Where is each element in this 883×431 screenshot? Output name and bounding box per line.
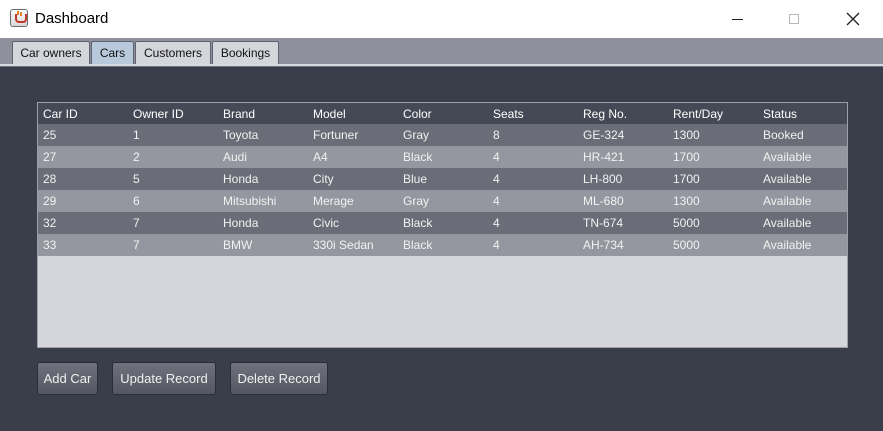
tab-divider [0, 64, 883, 67]
table-cell: 25 [43, 128, 57, 142]
column-header[interactable]: Seats [488, 103, 578, 124]
tab-cars[interactable]: Cars [91, 41, 134, 64]
table-cell: 6 [133, 194, 140, 208]
column-header[interactable]: Status [758, 103, 847, 124]
table-cell: Black [403, 150, 433, 164]
table-cell: 4 [493, 150, 500, 164]
column-header[interactable]: Car ID [38, 103, 128, 124]
java-app-icon [10, 9, 28, 27]
table-cell: City [313, 172, 334, 186]
table-cell: 27 [43, 150, 57, 164]
table-cell: ML-680 [583, 194, 624, 208]
title-bar: Dashboard [0, 0, 883, 38]
table-cell: 8 [493, 128, 500, 142]
table-cell: AH-734 [583, 238, 624, 252]
close-icon [846, 12, 860, 26]
minimize-icon [731, 18, 743, 20]
table-cell: 1300 [673, 194, 700, 208]
table-cell: Available [763, 238, 812, 252]
table-cell: HR-421 [583, 150, 625, 164]
maximize-button[interactable] [771, 0, 817, 38]
table-cell: Available [763, 194, 812, 208]
table-cell: Toyota [223, 128, 259, 142]
table-row[interactable]: 25 1 Toyota Fortuner Gray 8 GE-324 1300 … [38, 124, 847, 146]
tab-bookings[interactable]: Bookings [212, 41, 279, 64]
table-cell: 2 [133, 150, 140, 164]
table-cell: 5 [133, 172, 140, 186]
table-cell: Honda [223, 172, 259, 186]
table-cell: Audi [223, 150, 248, 164]
table-cell: 33 [43, 238, 57, 252]
table-cell: Mitsubishi [223, 194, 277, 208]
table-cell: GE-324 [583, 128, 625, 142]
table-cell: 28 [43, 172, 57, 186]
table-row[interactable]: 29 6 Mitsubishi Merage Gray 4 ML-680 130… [38, 190, 847, 212]
table-cell: Fortuner [313, 128, 359, 142]
table-cell: Civic [313, 216, 339, 230]
table-cell: Merage [313, 194, 354, 208]
table-cell: 1300 [673, 128, 700, 142]
maximize-icon [789, 14, 799, 24]
table-cell: 7 [133, 216, 140, 230]
table-cell: 4 [493, 172, 500, 186]
table-row[interactable]: 33 7 BMW 330i Sedan Black 4 AH-734 5000 … [38, 234, 847, 256]
tab-car-owners[interactable]: Car owners [12, 41, 90, 64]
table-cell: 5000 [673, 216, 700, 230]
close-button[interactable] [830, 0, 876, 38]
table-cell: Blue [403, 172, 428, 186]
table-cell: Black [403, 216, 433, 230]
table-cell: BMW [223, 238, 253, 252]
cars-table[interactable]: Car ID Owner ID Brand Model Color Seats … [37, 102, 848, 348]
table-cell: TN-674 [583, 216, 624, 230]
add-car-button[interactable]: Add Car [37, 362, 98, 395]
table-cell: Gray [403, 194, 430, 208]
table-cell: Available [763, 216, 812, 230]
table-row[interactable]: 27 2 Audi A4 Black 4 HR-421 1700 Availab… [38, 146, 847, 168]
table-cell: Gray [403, 128, 430, 142]
update-record-button[interactable]: Update Record [112, 362, 216, 395]
table-cell: 32 [43, 216, 57, 230]
table-header: Car ID Owner ID Brand Model Color Seats … [38, 103, 847, 124]
column-header[interactable]: Owner ID [128, 103, 218, 124]
table-cell: Available [763, 150, 812, 164]
column-header[interactable]: Reg No. [578, 103, 668, 124]
table-row[interactable]: 32 7 Honda Civic Black 4 TN-674 5000 Ava… [38, 212, 847, 234]
column-header[interactable]: Color [398, 103, 488, 124]
table-cell: Black [403, 238, 433, 252]
table-cell: Available [763, 172, 812, 186]
table-cell: 4 [493, 238, 500, 252]
table-cell: 4 [493, 216, 500, 230]
delete-record-button[interactable]: Delete Record [230, 362, 328, 395]
window-title: Dashboard [35, 10, 109, 27]
table-cell: LH-800 [583, 172, 623, 186]
table-cell: 1 [133, 128, 140, 142]
table-row[interactable]: 28 5 Honda City Blue 4 LH-800 1700 Avail… [38, 168, 847, 190]
table-cell: 4 [493, 194, 500, 208]
table-cell: A4 [313, 150, 328, 164]
table-cell: 29 [43, 194, 57, 208]
tab-customers[interactable]: Customers [135, 41, 211, 64]
table-cell: Honda [223, 216, 259, 230]
table-cell: 330i Sedan [313, 238, 374, 252]
table-cell: 1700 [673, 150, 700, 164]
table-cell: 5000 [673, 238, 700, 252]
table-cell: Booked [763, 128, 804, 142]
column-header[interactable]: Rent/Day [668, 103, 758, 124]
column-header[interactable]: Brand [218, 103, 308, 124]
table-cell: 1700 [673, 172, 700, 186]
column-header[interactable]: Model [308, 103, 398, 124]
table-cell: 7 [133, 238, 140, 252]
minimize-button[interactable] [714, 0, 760, 38]
